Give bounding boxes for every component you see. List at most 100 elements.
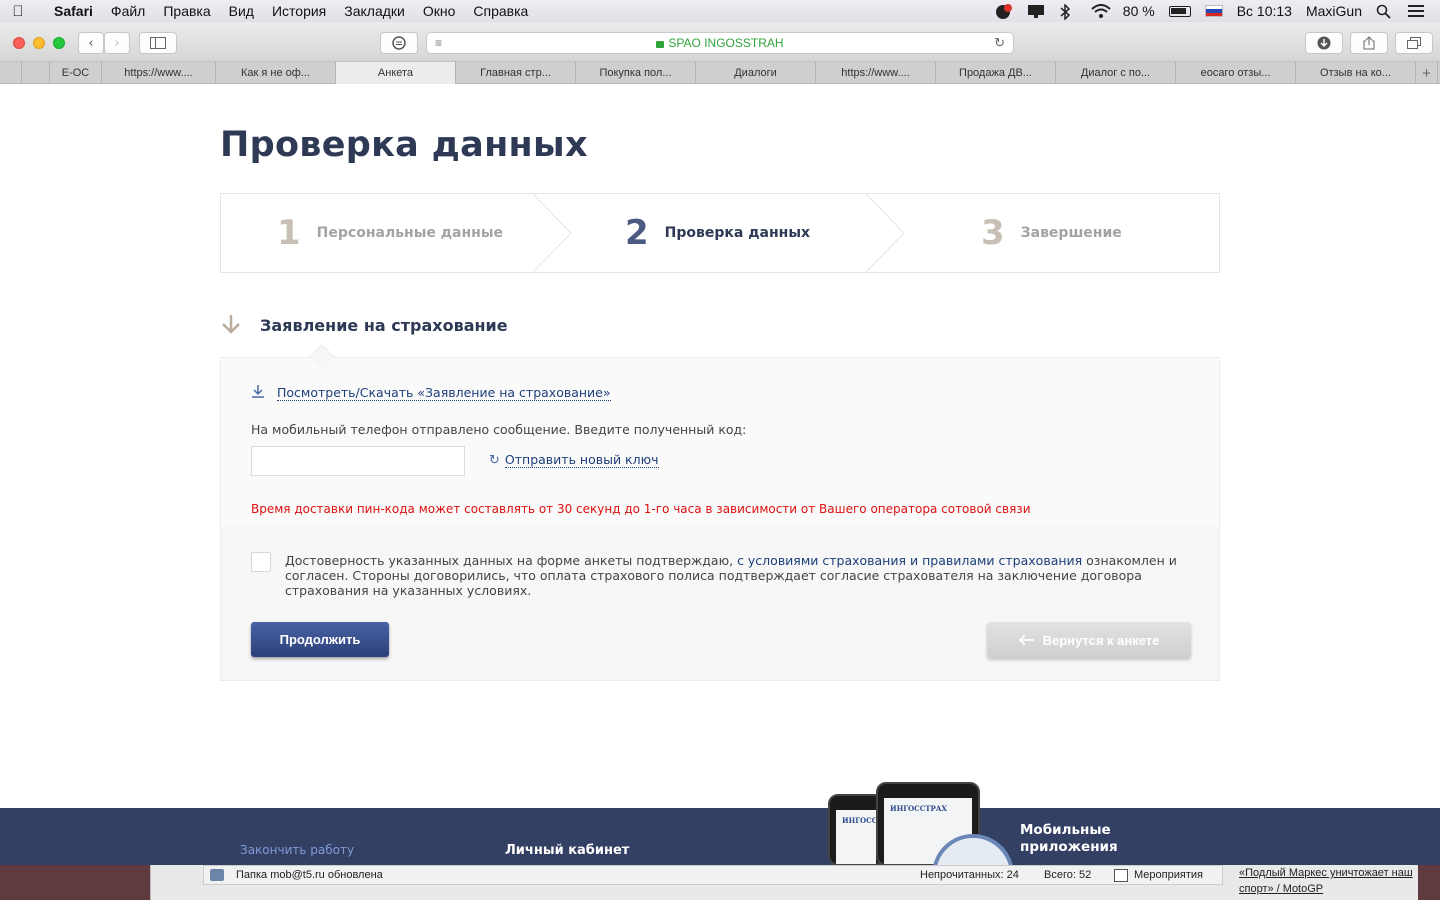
reload-icon[interactable]: ↻	[994, 35, 1005, 51]
page-title: Проверка данных	[220, 125, 588, 165]
tab-pinned-2[interactable]	[22, 62, 50, 84]
sidebar-toggle-button[interactable]	[139, 32, 177, 54]
tab-overview-button[interactable]	[1395, 32, 1433, 54]
download-link-prefix: Посмотреть/Скачать	[277, 385, 414, 400]
tab-https-1[interactable]: https://www....	[102, 62, 216, 84]
close-window-button[interactable]	[13, 37, 25, 49]
application-panel: Посмотреть/Скачать «Заявление на страхов…	[220, 344, 1220, 681]
tab-eoc[interactable]: E-OC	[50, 62, 102, 84]
tab-prodazha[interactable]: Продажа ДВ...	[936, 62, 1056, 84]
mail-unread-count: Непрочитанных: 24	[920, 869, 1019, 881]
insurance-conditions-link[interactable]: с условиями страхования	[737, 553, 906, 568]
tab-dialog-s-po[interactable]: Диалог с по...	[1056, 62, 1176, 84]
battery-icon[interactable]	[1168, 5, 1191, 17]
share-button[interactable]	[1350, 32, 1388, 54]
tab-eosago[interactable]: еосаго отзы...	[1176, 62, 1296, 84]
step-label: Персональные данные	[316, 225, 504, 241]
menu-view[interactable]: Вид	[220, 3, 263, 19]
download-application-link[interactable]: Посмотреть/Скачать «Заявление на страхов…	[277, 385, 611, 401]
tab-otzyv[interactable]: Отзыв на ко...	[1296, 62, 1416, 84]
apple-menu-icon[interactable]: 	[0, 3, 36, 20]
browser-toolbar: ‹ › ≡ SPAO INGOSSTRAH ↻	[0, 22, 1440, 62]
finish-work-link[interactable]: Закончить работу	[240, 843, 354, 857]
agreement-checkbox[interactable]	[251, 552, 271, 572]
insurance-rules-link[interactable]: правилами страхования	[922, 553, 1082, 568]
menu-history[interactable]: История	[263, 3, 335, 19]
sms-code-input[interactable]	[251, 446, 465, 476]
menu-edit[interactable]: Правка	[154, 3, 219, 19]
tab-anketa[interactable]: Анкета	[336, 62, 456, 84]
step-label: Проверка данных	[664, 225, 811, 241]
agreement-and: и	[909, 553, 919, 568]
section-title: Заявление на страхование	[260, 315, 508, 335]
battery-percent: 80 %	[1122, 3, 1155, 19]
agreement-text: Достоверность указанных данных на форме …	[285, 553, 1195, 598]
menu-app-name[interactable]: Safari	[36, 3, 102, 19]
background-window-strip: Папка mob@t5.ru обновлена Непрочитанных:…	[0, 865, 1440, 900]
background-mail-window: Папка mob@t5.ru обновлена Непрочитанных:…	[150, 865, 1418, 900]
resend-key-link[interactable]: Отправить новый ключ	[504, 452, 659, 468]
step-separator-chevron	[533, 194, 572, 272]
sms-code-label: На мобильный телефон отправлено сообщени…	[251, 422, 747, 437]
lock-icon	[656, 40, 665, 48]
mobile-apps-heading[interactable]: Мобильные приложения	[1020, 822, 1160, 856]
new-tab-button[interactable]: +	[1416, 62, 1438, 84]
menu-bookmarks[interactable]: Закладки	[335, 3, 414, 19]
plus-icon: +	[1422, 64, 1431, 82]
agreement-part1: Достоверность указанных данных на форме …	[285, 553, 734, 568]
downloads-button[interactable]	[1305, 32, 1343, 54]
download-link-document: «Заявление на страхование»	[417, 385, 611, 400]
personal-cabinet-heading[interactable]: Личный кабинет	[505, 843, 629, 858]
circle-menu-icon	[392, 36, 406, 50]
back-to-form-button[interactable]: Вернутся к анкете	[987, 622, 1191, 658]
menu-help[interactable]: Справка	[464, 3, 537, 19]
web-page: Проверка данных 1 Персональные данные 2 …	[0, 85, 1440, 808]
resend-key-row: ↻ Отправить новый ключ	[489, 452, 659, 468]
step-number: 1	[277, 213, 301, 253]
arrow-left-icon	[1018, 634, 1034, 646]
address-bar[interactable]: ≡ SPAO INGOSSTRAH ↻	[426, 32, 1014, 54]
tab-pinned-1[interactable]	[0, 62, 22, 84]
tab-glavnaya[interactable]: Главная стр...	[456, 62, 576, 84]
tab-kak-ya[interactable]: Как я не оф...	[216, 62, 336, 84]
background-news-link: «Подлый Маркес уничтожает наш спорт» / M…	[1239, 867, 1413, 895]
notification-center-icon[interactable]	[1408, 4, 1426, 18]
spotlight-search-icon[interactable]	[1376, 4, 1394, 19]
back-button[interactable]: ‹	[78, 32, 104, 54]
menu-file[interactable]: Файл	[102, 3, 154, 19]
step-label: Завершение	[1020, 225, 1122, 241]
tab-pokupka[interactable]: Покупка пол...	[576, 62, 696, 84]
arrow-down-icon	[220, 313, 244, 337]
share-icon	[1363, 36, 1375, 50]
display-icon[interactable]	[1027, 4, 1045, 18]
back-button-label: Вернутся к анкете	[1042, 632, 1160, 648]
user-name[interactable]: MaxiGun	[1306, 3, 1362, 19]
progress-steps: 1 Персональные данные 2 Проверка данных …	[220, 193, 1220, 273]
chevron-right-icon: ›	[114, 35, 120, 51]
reader-view-icon[interactable]: ≡	[435, 36, 442, 50]
step-separator-chevron	[866, 194, 905, 272]
fullscreen-window-button[interactable]	[53, 37, 65, 49]
section-header: Заявление на страхование	[220, 313, 508, 337]
mail-status-bar: Папка mob@t5.ru обновлена Непрочитанных:…	[203, 865, 1223, 885]
continue-button[interactable]: Продолжить	[251, 622, 389, 657]
phone-brand-logo: ИНГОССТРАХ	[890, 804, 947, 813]
site-footer: Закончить работу Личный кабинет ИНГОССТР…	[0, 782, 1440, 866]
forward-button[interactable]: ›	[104, 32, 130, 54]
notification-app-icon[interactable]	[995, 4, 1013, 19]
minimize-window-button[interactable]	[33, 37, 45, 49]
step-personal-data: 1 Персональные данные	[277, 194, 503, 272]
clock[interactable]: Вс 10:13	[1237, 3, 1292, 19]
sidebar-icon	[150, 37, 166, 49]
wifi-icon[interactable]	[1091, 4, 1111, 18]
russian-flag-icon[interactable]	[1204, 5, 1223, 17]
menu-window[interactable]: Окно	[414, 3, 465, 19]
download-icon	[1317, 36, 1331, 50]
tab-https-2[interactable]: https://www....	[816, 62, 936, 84]
macos-menubar:  Safari Файл Правка Вид История Закладк…	[0, 0, 1440, 22]
reader-extension-button[interactable]	[380, 32, 418, 54]
bluetooth-icon[interactable]	[1059, 3, 1077, 21]
phone-screen: ИНГОССТРАХ	[836, 810, 899, 864]
tab-dialogi[interactable]: Диалоги	[696, 62, 816, 84]
tabs-icon	[1407, 37, 1421, 49]
